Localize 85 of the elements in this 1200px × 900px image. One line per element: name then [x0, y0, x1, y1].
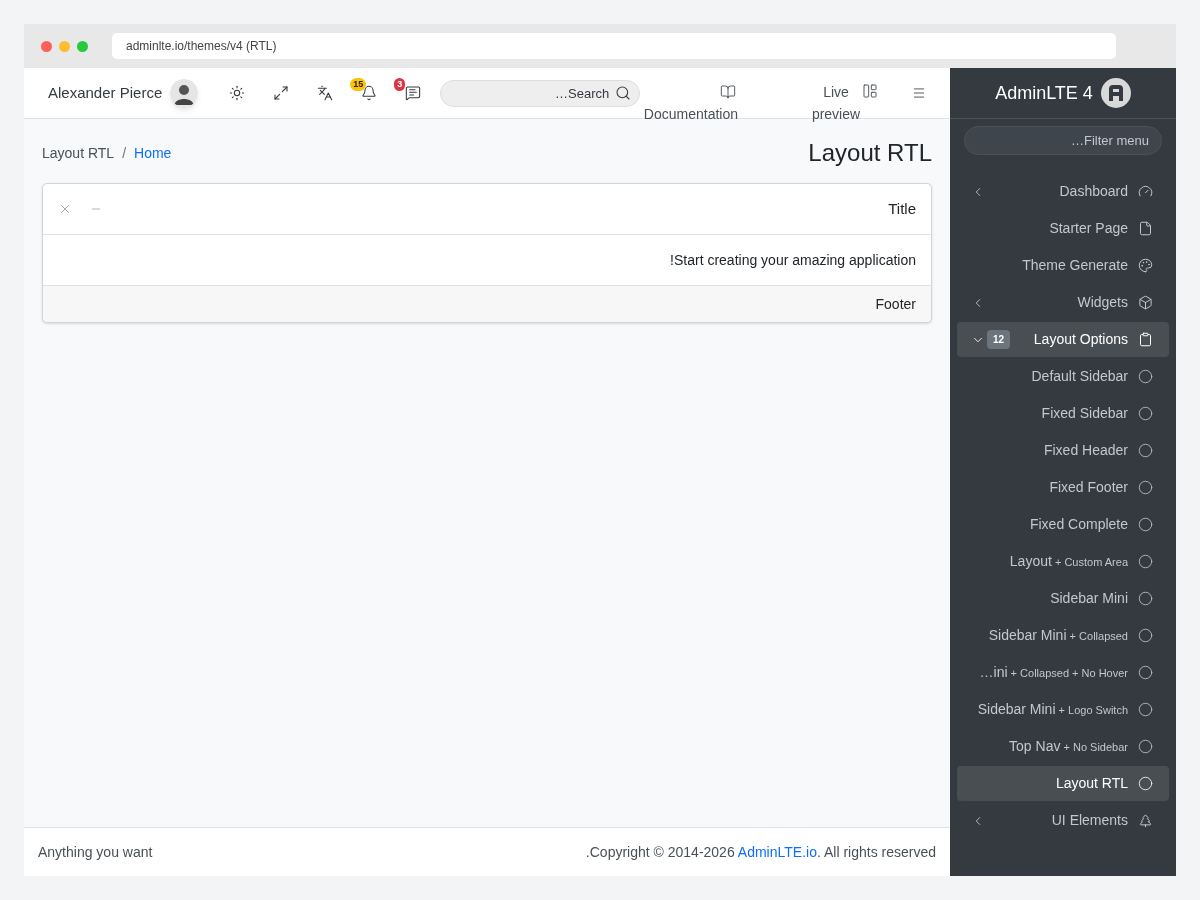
adminlte-link[interactable]: AdminLTE.io [737, 843, 817, 860]
menu-label: Theme Generate [1022, 256, 1128, 275]
documentation-link[interactable]: Documentation [643, 84, 738, 124]
menu-label: Sidebar Mini + Collapsed [988, 626, 1128, 645]
live-preview-link[interactable]: Live preview [810, 81, 878, 125]
circle-icon [1138, 702, 1153, 717]
sidebar-item[interactable]: Default Sidebar [957, 359, 1169, 394]
circle-icon [1138, 739, 1153, 754]
count-badge: 15 [350, 78, 367, 91]
menu-icon[interactable] [912, 86, 926, 100]
clipboard-icon [1138, 332, 1153, 347]
circle-icon [1138, 480, 1153, 495]
circle-icon [1138, 517, 1153, 532]
filter-field[interactable]: …Filter menu [964, 126, 1162, 155]
circle-icon [1138, 628, 1153, 643]
circle-icon [1138, 665, 1153, 680]
circle-icon [1138, 554, 1153, 569]
sidebar-item[interactable]: Sidebar Mini + Logo Switch [957, 692, 1169, 727]
menu-label: Fixed Header [1043, 441, 1128, 460]
sidebar-item[interactable]: Sidebar Mini + Collapsed [957, 618, 1169, 653]
sidebar-item[interactable]: Layout RTL [957, 766, 1169, 801]
menu-label: Default Sidebar [1031, 367, 1128, 386]
sidebar-item[interactable]: …ini + Collapsed + No Hover [957, 655, 1169, 690]
sidebar-item[interactable]: Widgets [957, 285, 1169, 320]
menu-label: Widgets [1077, 293, 1128, 312]
sidebar-item[interactable]: Starter Page [957, 211, 1169, 246]
menu-label: Layout RTL [1055, 774, 1128, 793]
breadcrumb-item[interactable]: Layout RTL [42, 142, 115, 164]
palette-icon [1138, 258, 1153, 273]
sidebar-item[interactable]: Dashboard [957, 174, 1169, 209]
menu-label: Top Nav + No Sidebar [1009, 737, 1128, 756]
logo-icon[interactable] [1100, 78, 1131, 108]
card-footer-text: Footer [875, 294, 916, 314]
sidebar-item[interactable]: 12 Layout Options [957, 322, 1169, 357]
chat-icon[interactable] [405, 85, 422, 101]
menu-label: Starter Page [1049, 219, 1128, 238]
breadcrumb-item[interactable]: Home [134, 142, 172, 164]
sun-icon[interactable] [229, 85, 246, 101]
brand-name[interactable]: AdminLTE 4 [995, 79, 1093, 107]
sidebar-item[interactable]: Top Nav + No Sidebar [957, 729, 1169, 764]
translate-icon[interactable] [317, 85, 334, 101]
card-title: Title [888, 198, 916, 219]
copyright-text: .Copyright © 2014-2026 AdminLTE.io. All rights reserved [585, 842, 936, 862]
menu-label: Fixed Sidebar [1041, 404, 1128, 423]
sidebar-item[interactable]: Sidebar Mini [957, 581, 1169, 616]
sidebar-item[interactable]: Fixed Sidebar [957, 396, 1169, 431]
menu-label: Dashboard [1059, 182, 1128, 201]
menu-label: Fixed Complete [1029, 515, 1128, 534]
expand-icon[interactable] [273, 85, 290, 101]
menu-label: UI Elements [1051, 811, 1128, 830]
page-title: Layout RTL [808, 138, 932, 168]
sidebar-item[interactable]: UI Elements [957, 803, 1169, 838]
address-field[interactable]: adminlte.io/themes/v4 (RTL) [112, 33, 1116, 59]
menu-label: Layout Options [1033, 330, 1128, 349]
user-name[interactable]: Alexander Pierce [48, 81, 163, 105]
sidebar-item[interactable]: Fixed Complete [957, 507, 1169, 542]
tree-icon [1138, 813, 1153, 828]
count-badge: 12 [987, 330, 1011, 349]
file-icon [1138, 221, 1153, 236]
circle-icon [1138, 369, 1153, 384]
user-avatar[interactable] [170, 79, 199, 107]
menu-label: Fixed Footer [1049, 478, 1128, 497]
breadcrumb-separator: / [122, 143, 126, 163]
gauge-icon [1138, 184, 1153, 199]
sidebar-item[interactable]: Fixed Header [957, 433, 1169, 468]
menu-label: Sidebar Mini [1050, 589, 1128, 608]
search-icon[interactable] [615, 84, 632, 101]
search-field[interactable]: …Search [440, 79, 641, 107]
card-body-text: !Start creating your amazing application [670, 250, 916, 270]
book-icon [720, 84, 736, 100]
menu-label: …ini + Collapsed + No Hover [979, 663, 1128, 682]
circle-icon [1138, 776, 1153, 791]
circle-icon [1138, 591, 1153, 606]
box-icon [1138, 295, 1153, 310]
sidebar-item[interactable]: Layout + Custom Area [957, 544, 1169, 579]
sidebar-item[interactable]: Fixed Footer [957, 470, 1169, 505]
footer-text: Anything you want [38, 842, 153, 862]
layout-icon [862, 83, 878, 99]
circle-icon [1138, 443, 1153, 458]
circle-icon [1138, 406, 1153, 421]
count-badge: 3 [394, 78, 406, 91]
sidebar-item[interactable]: Theme Generate [957, 248, 1169, 283]
menu-label: Layout + Custom Area [1009, 552, 1128, 571]
bell-icon[interactable] [361, 85, 378, 101]
menu-label: Sidebar Mini + Logo Switch [977, 700, 1128, 719]
